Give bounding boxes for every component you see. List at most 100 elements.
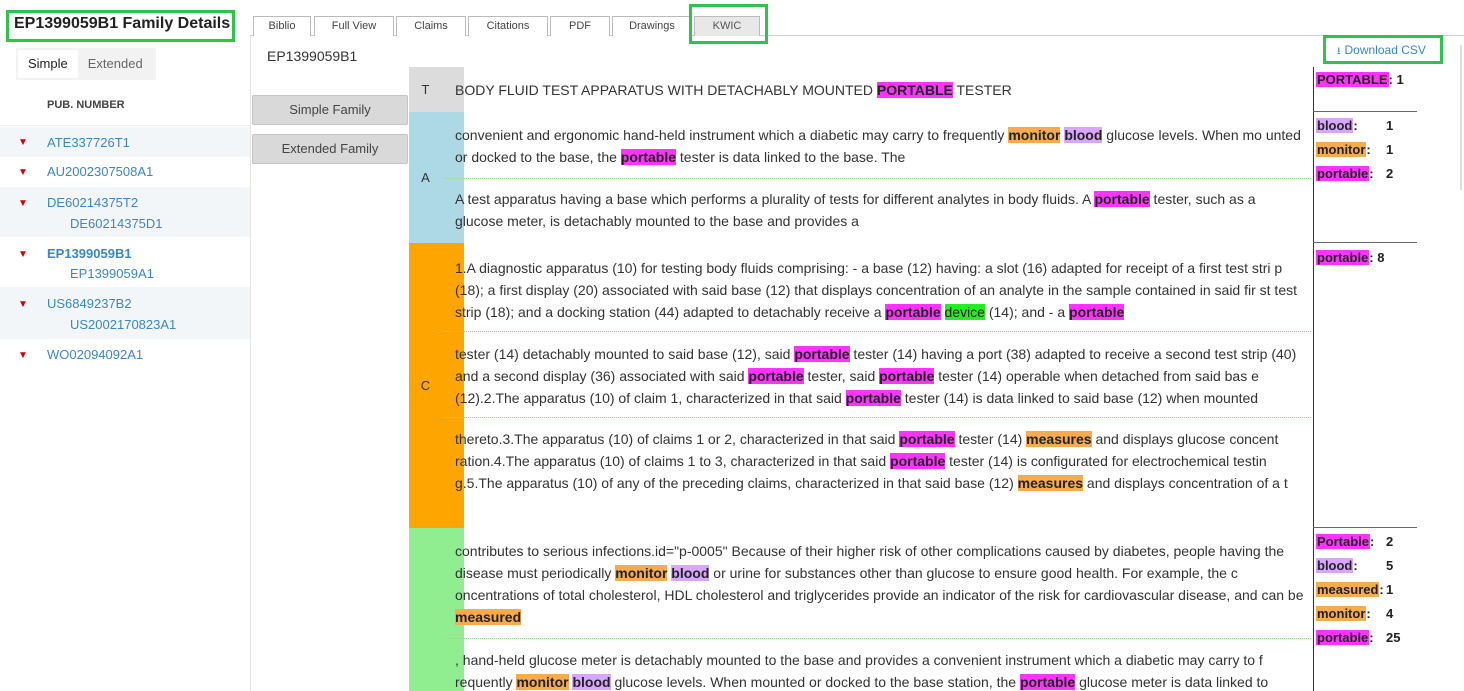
triangle-down-icon[interactable]: ▼ [18,167,28,178]
keyword-highlight: portable [885,304,941,320]
tab-drawings[interactable]: Drawings [612,16,692,36]
keyword-count-label: portable [1316,250,1370,265]
triangle-down-icon[interactable]: ▼ [18,249,28,260]
pub-link[interactable]: US6849237B2 [47,296,132,311]
tab-bar: Biblio Full View Claims Citations PDF Dr… [250,14,1464,36]
paragraph-separator [444,417,1311,418]
keyword-count-value: 1 [1386,142,1394,157]
toggle-extended[interactable]: Extended [78,50,153,78]
tab-pdf[interactable]: PDF [550,16,610,36]
keyword-highlight: monitor [516,674,569,690]
family-row[interactable]: ▼ ATE337726T1 [0,127,250,157]
triangle-down-icon[interactable]: ▼ [18,299,28,310]
keyword-count-row: portable: 2 [1316,162,1393,186]
keyword-count-value: 1 [1386,118,1394,133]
pub-number-header: PUB. NUMBER [0,84,250,126]
keyword-highlight: portable [794,346,850,362]
counts-divider [1313,67,1314,691]
keyword-highlight: blood [572,674,611,690]
kwic-paragraph: 1.A diagnostic apparatus (10) for testin… [455,260,1297,320]
pub-link-selected[interactable]: EP1399059B1 [47,246,132,261]
keyword-highlight: portable [890,453,946,469]
keyword-count-value: 2 [1386,534,1394,549]
triangle-down-icon[interactable]: ▼ [18,350,28,361]
pub-link[interactable]: WO02094092A1 [47,347,143,362]
counts-separator [1313,527,1417,528]
keyword-count-row: monitor: 4 [1316,602,1393,626]
keyword-highlight: measured [455,609,522,625]
triangle-down-icon[interactable]: ▼ [18,137,28,148]
kwic-paragraph: thereto.3.The apparatus (10) of claims 1… [455,431,1288,491]
paragraph-separator [444,638,1311,639]
keyword-count-row: portable: 8 [1316,250,1385,265]
keyword-count-row: measured: 1 [1316,578,1393,602]
kwic-paragraph: tester (14) detachably mounted to said b… [455,346,1297,406]
simple-family-button[interactable]: Simple Family [252,95,408,125]
scrollbar[interactable] [1460,45,1462,190]
keyword-highlight: portable [899,431,955,447]
keyword-count-label: monitor [1316,142,1367,157]
keyword-count-row: PORTABLE: 1 [1316,72,1404,87]
keyword-highlight: portable [748,368,804,384]
keyword-count-label: portable [1316,630,1370,645]
family-row[interactable]: ▼ US6849237B2 US2002170823A1 [0,287,250,339]
keyword-count-row: Portable: 2 [1316,530,1393,554]
kwic-paragraph: , hand-held glucose meter is detachably … [455,652,1269,690]
counts-separator [1313,242,1417,243]
pub-link[interactable]: ATE337726T1 [47,135,130,150]
family-panel: EP1399059B1 Family Details Simple Extend… [0,0,250,691]
keyword-count-value: 8 [1373,250,1385,265]
sub-pub-link[interactable]: DE60214375D1 [70,216,163,231]
keyword-count-label: blood [1316,558,1354,573]
keyword-highlight: portable [1094,191,1150,207]
keyword-count-label: PORTABLE [1316,72,1389,87]
keyword-count-value: 2 [1386,166,1394,181]
family-type-toggle: Simple Extended [16,48,156,80]
keyword-count-label: Portable [1316,534,1371,549]
download-icon: ⭳ [1337,46,1341,57]
sub-pub-link[interactable]: US2002170823A1 [70,317,176,332]
keyword-highlight: measures [1017,475,1084,491]
pub-number-header-label: PUB. NUMBER [47,99,125,111]
paragraph-separator [444,331,1311,332]
keyword-highlight: measures [1026,431,1092,447]
kwic-paragraph: contributes to serious infections.id="p-… [455,543,1304,625]
keyword-count-label: measured [1316,582,1380,597]
publication-id: EP1399059B1 [267,48,358,64]
triangle-down-icon[interactable]: ▼ [18,198,28,209]
keyword-count-row: blood: 5 [1316,554,1393,578]
sub-pub-link[interactable]: EP1399059A1 [70,266,154,281]
family-row[interactable]: ▼ EP1399059B1 EP1399059A1 [0,237,250,287]
family-row[interactable]: ▼ WO02094092A1 [0,339,250,369]
pub-link[interactable]: DE60214375T2 [47,195,138,210]
family-row[interactable]: ▼ DE60214375T2 DE60214375D1 [0,187,250,237]
tab-full-view[interactable]: Full View [314,16,394,36]
keyword-highlight: blood [671,565,710,581]
family-row[interactable]: ▼ AU2002307508A1 [0,157,250,187]
extended-family-button[interactable]: Extended Family [252,134,408,164]
keyword-highlight: portable [1019,674,1076,690]
tab-citations[interactable]: Citations [468,16,548,36]
section-label: C [420,378,431,393]
keyword-count-value: 5 [1386,558,1394,573]
section-label: A [421,170,430,185]
kwic-paragraph: convenient and ergonomic hand-held instr… [455,127,1301,165]
download-csv-button[interactable]: ⭳ Download CSV [1337,43,1426,61]
keyword-count-row: blood: 1 [1316,114,1393,138]
keyword-count-label: portable [1316,166,1370,181]
tab-claims[interactable]: Claims [396,16,466,36]
keyword-count-value: 4 [1386,606,1394,621]
panel-title: EP1399059B1 Family Details [14,15,231,32]
keyword-highlight: monitor [1008,127,1061,143]
kwic-paragraph: BODY FLUID TEST APPARATUS WITH DETACHABL… [455,82,1012,98]
keyword-count-row: monitor: 1 [1316,138,1393,162]
paragraph-separator [444,178,1311,179]
tab-biblio[interactable]: Biblio [253,16,311,36]
keyword-count-label: blood [1316,118,1354,133]
kwic-paragraph: A test apparatus having a base which per… [455,191,1256,229]
toggle-simple[interactable]: Simple [18,50,78,78]
keyword-highlight: portable [845,390,901,406]
keyword-count-value: 25 [1386,630,1401,645]
pub-link[interactable]: AU2002307508A1 [47,164,153,179]
section-label: T [421,82,430,97]
